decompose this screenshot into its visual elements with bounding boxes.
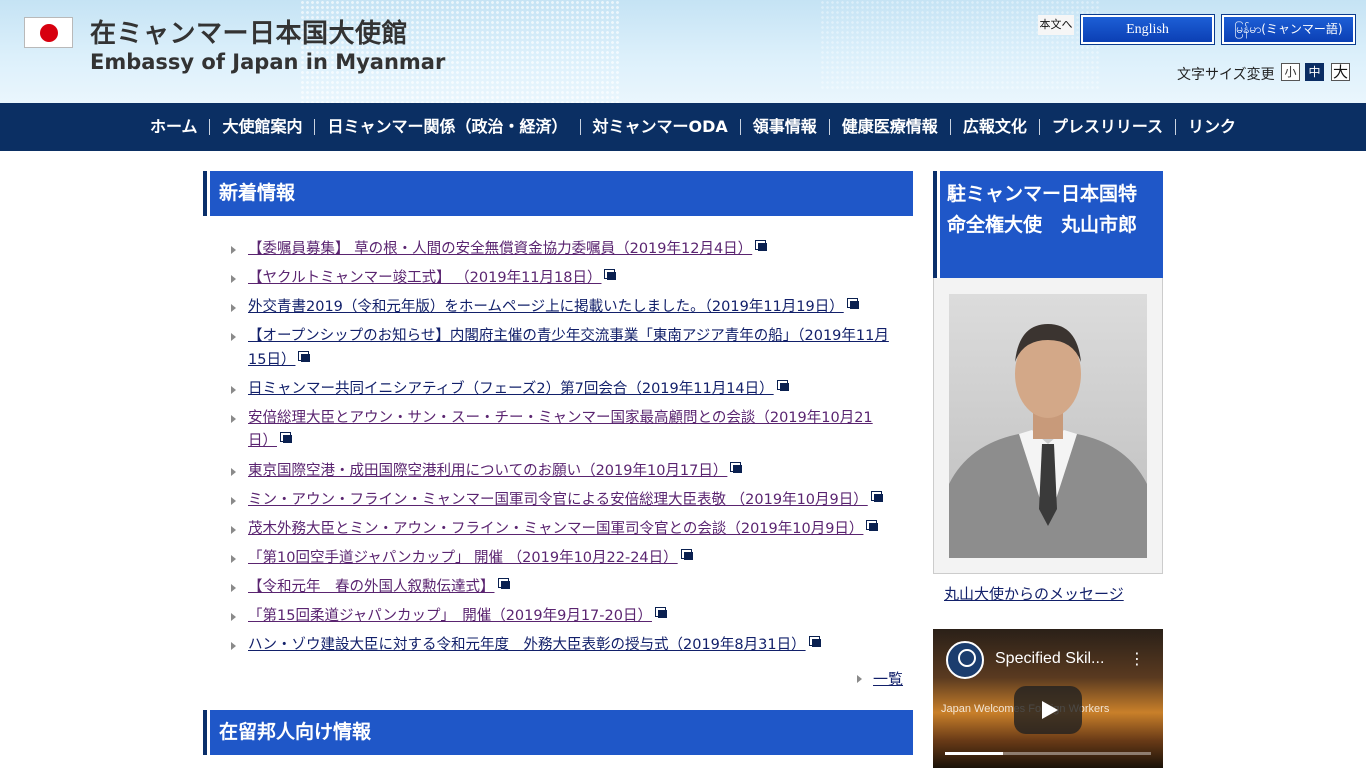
english-language-button[interactable]: English	[1080, 14, 1215, 45]
news-link[interactable]: 【ヤクルトミャンマー竣工式】 （2019年11月18日）	[248, 270, 601, 286]
external-window-icon	[654, 607, 668, 619]
news-item: 「第10回空手道ジャパンカップ」 開催 （2019年10月22-24日）	[203, 547, 913, 571]
news-link[interactable]: 茂木外務大臣とミン・アウン・フライン・ミャンマー国軍司令官との会談（2019年1…	[248, 521, 863, 537]
ambassador-heading-bar: 駐ミャンマー日本国特命全権大使 丸山市郎	[933, 171, 1163, 278]
site-subtitle[interactable]: Embassy of Japan in Myanmar	[90, 49, 445, 75]
residents-heading-bar: 在留邦人向け情報	[203, 710, 913, 755]
japan-flag-icon[interactable]	[24, 17, 73, 48]
news-heading: 新着情報	[219, 182, 296, 204]
external-window-icon	[604, 269, 617, 281]
sidebar: 駐ミャンマー日本国特命全権大使 丸山市郎 丸山大使からのメッセージ	[933, 171, 1163, 609]
news-link[interactable]: ハン・ゾウ建設大臣に対する令和元年度 外務大臣表彰の授与式（2019年8月31日…	[248, 637, 806, 653]
site-header: 在ミャンマー日本国大使館 Embassy of Japan in Myanmar…	[0, 0, 1366, 103]
residents-section: 在留邦人向け情報	[203, 710, 913, 755]
nav-links[interactable]: リンク	[1176, 118, 1248, 136]
news-link[interactable]: 外交青書2019（令和元年版）をホームページ上に掲載いたしました。（2019年1…	[248, 299, 844, 315]
external-window-icon	[298, 350, 311, 363]
news-list: 【委嘱員募集】 草の根・人間の安全無償資金協力委嘱員（2019年12月4日） 【…	[203, 238, 913, 658]
font-size-label: 文字サイズ変更	[1177, 67, 1275, 83]
nav-press[interactable]: プレスリリース	[1040, 118, 1175, 136]
external-window-icon	[680, 548, 694, 561]
main-content: 新着情報 【委嘱員募集】 草の根・人間の安全無償資金協力委嘱員（2019年12月…	[203, 171, 913, 755]
news-link[interactable]: ミン・アウン・フライン・ミャンマー国軍司令官による安倍総理大臣表敬 （2019年…	[248, 492, 868, 508]
nav-consular[interactable]: 領事情報	[741, 118, 829, 136]
residents-heading: 在留邦人向け情報	[219, 721, 372, 743]
news-item: 茂木外務大臣とミン・アウン・フライン・ミャンマー国軍司令官との会談（2019年1…	[203, 518, 913, 542]
ambassador-heading: 駐ミャンマー日本国特命全権大使 丸山市郎	[947, 183, 1138, 236]
external-window-icon	[755, 240, 768, 252]
more-options-icon[interactable]: ⋮	[1129, 651, 1145, 667]
news-item: 日ミャンマー共同イニシアティブ（フェーズ2）第7回会合（2019年11月14日）	[203, 378, 913, 402]
external-window-icon	[870, 490, 884, 503]
news-link[interactable]: 日ミャンマー共同イニシアティブ（フェーズ2）第7回会合（2019年11月14日）	[248, 381, 774, 397]
news-link[interactable]: 安倍総理大臣とアウン・サン・スー・チー・ミャンマー国家最高顧問との会談（2019…	[248, 410, 873, 450]
more-arrow-icon	[857, 675, 862, 683]
external-window-icon	[776, 379, 790, 392]
news-item: ミン・アウン・フライン・ミャンマー国軍司令官による安倍総理大臣表敬 （2019年…	[203, 489, 913, 513]
news-item: 【令和元年 春の外国人叙勲伝達式】	[203, 576, 913, 600]
news-link[interactable]: 【オープンシップのお知らせ】内閣府主催の青少年交流事業「東南アジア青年の船」（2…	[248, 328, 889, 368]
news-link[interactable]: 東京国際空港・成田国際空港利用についてのお願い（2019年10月17日）	[248, 463, 727, 479]
external-window-icon	[808, 636, 822, 648]
myanmar-language-button[interactable]: မြန်မာ(ミャンマー語)	[1221, 14, 1356, 45]
news-heading-bar: 新着情報	[203, 171, 913, 216]
nav-culture[interactable]: 広報文化	[951, 118, 1039, 136]
video-title[interactable]: Specified Skil...	[995, 650, 1104, 668]
news-item: ハン・ゾウ建設大臣に対する令和元年度 外務大臣表彰の授与式（2019年8月31日…	[203, 634, 913, 658]
news-item: 東京国際空港・成田国際空港利用についてのお願い（2019年10月17日）	[203, 460, 913, 484]
channel-logo-icon[interactable]	[946, 641, 984, 679]
news-item: 「第15回柔道ジャパンカップ」 開催（2019年9月17-20日）	[203, 605, 913, 629]
skip-to-content-link[interactable]: 本文へ	[1038, 15, 1074, 35]
play-button[interactable]	[1014, 686, 1082, 734]
nav-embassy-info[interactable]: 大使館案内	[210, 118, 314, 136]
nav-health[interactable]: 健康医療情報	[830, 118, 950, 136]
site-title[interactable]: 在ミャンマー日本国大使館	[90, 19, 408, 49]
news-item: 安倍総理大臣とアウン・サン・スー・チー・ミャンマー国家最高顧問との会談（2019…	[203, 407, 913, 454]
ambassador-message-link[interactable]: 丸山大使からのメッセージ	[933, 573, 1163, 609]
video-player[interactable]: Specified Skil... ⋮ Japan Welcomes Forei…	[933, 629, 1163, 768]
news-item: 外交青書2019（令和元年版）をホームページ上に掲載いたしました。（2019年1…	[203, 296, 913, 320]
external-window-icon	[866, 519, 879, 532]
external-window-icon	[730, 461, 743, 474]
font-size-medium-button[interactable]: 中	[1305, 63, 1324, 81]
world-map-decoration-right	[820, 0, 1100, 90]
news-item: 【オープンシップのお知らせ】内閣府主催の青少年交流事業「東南アジア青年の船」（2…	[203, 325, 913, 372]
font-size-small-button[interactable]: 小	[1281, 63, 1300, 81]
news-list-more-link[interactable]: 一覧	[873, 668, 903, 690]
news-item: 【委嘱員募集】 草の根・人間の安全無償資金協力委嘱員（2019年12月4日）	[203, 238, 913, 262]
news-link[interactable]: 【令和元年 春の外国人叙勲伝達式】	[248, 579, 495, 595]
external-window-icon	[497, 577, 511, 590]
video-progress-bar[interactable]	[945, 752, 1151, 755]
news-link[interactable]: 「第10回空手道ジャパンカップ」 開催 （2019年10月22-24日）	[248, 550, 678, 566]
nav-oda[interactable]: 対ミャンマーODA	[581, 118, 740, 136]
nav-relations[interactable]: 日ミャンマー関係（政治・経済）	[315, 118, 579, 136]
nav-home[interactable]: ホーム	[138, 118, 210, 136]
news-link[interactable]: 【委嘱員募集】 草の根・人間の安全無償資金協力委嘱員（2019年12月4日）	[248, 241, 752, 257]
news-link[interactable]: 「第15回柔道ジャパンカップ」 開催（2019年9月17-20日）	[248, 608, 652, 624]
news-item: 【ヤクルトミャンマー竣工式】 （2019年11月18日）	[203, 267, 913, 291]
external-window-icon	[280, 432, 293, 444]
external-window-icon	[846, 298, 860, 310]
font-size-large-button[interactable]: 大	[1331, 63, 1350, 81]
ambassador-photo	[949, 294, 1147, 558]
global-navigation: ホーム 大使館案内 日ミャンマー関係（政治・経済） 対ミャンマーODA 領事情報…	[0, 103, 1366, 151]
